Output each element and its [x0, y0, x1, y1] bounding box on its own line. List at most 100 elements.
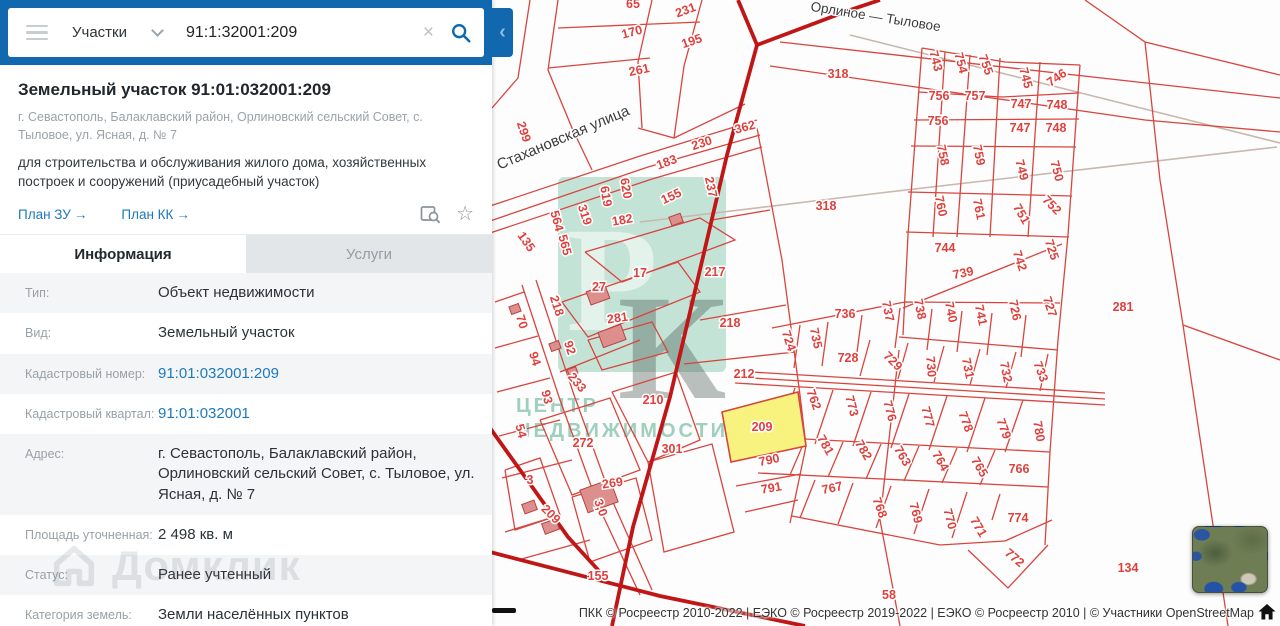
parcel-label[interactable]: 94 [524, 348, 545, 369]
parcel-label[interactable]: 301 [660, 441, 684, 458]
parcel-label[interactable]: 731 [957, 355, 978, 381]
parcel-label[interactable]: 755 [974, 51, 997, 78]
parcel-label[interactable]: 738 [909, 296, 930, 322]
parcel-label[interactable]: 134 [1116, 560, 1140, 577]
parcel-label[interactable]: 777 [917, 404, 939, 431]
parcel-label[interactable]: 750 [1046, 158, 1068, 185]
parcel-boundary-line [1084, 0, 1280, 76]
parcel-label[interactable]: 281 [605, 308, 631, 328]
parcel-label[interactable]: 739 [950, 263, 976, 284]
parcel-label[interactable]: 748 [1045, 97, 1069, 114]
parcel-label[interactable]: 728 [836, 350, 860, 367]
parcel-label[interactable]: 747 [1008, 120, 1032, 137]
parcel-label[interactable]: 769 [905, 500, 927, 527]
parcel-label[interactable]: 790 [756, 450, 782, 471]
parcel-label[interactable]: 70 [511, 311, 532, 332]
minimap-satellite-toggle[interactable] [1192, 526, 1268, 593]
parcel-label[interactable]: 776 [879, 398, 901, 425]
favorite-star-icon[interactable]: ☆ [456, 204, 474, 224]
parcel-label[interactable]: 17 [632, 265, 649, 282]
home-icon[interactable] [1258, 604, 1276, 620]
parcel-label[interactable]: 3 [525, 472, 535, 489]
info-row-label: Категория земель: [25, 608, 132, 623]
parcel-label[interactable]: 272 [571, 435, 595, 452]
parcel-label[interactable]: 218 [718, 315, 742, 332]
parcel-label[interactable]: 791 [758, 478, 784, 498]
parcel-label[interactable]: 155 [586, 568, 610, 585]
parcel-label[interactable]: 748 [1044, 120, 1068, 137]
parcel-label[interactable]: 756 [927, 88, 951, 105]
plan-kk-link[interactable]: План КК → [121, 207, 190, 222]
parcel-label[interactable]: 195 [678, 30, 705, 53]
info-row-value-link[interactable]: 91:01:032001:209 [158, 364, 492, 384]
parcel-label[interactable]: 762 [802, 386, 825, 413]
zoom-to-object-icon[interactable] [420, 204, 441, 224]
parcel-label[interactable]: 761 [968, 196, 989, 222]
parcel-label[interactable]: 741 [970, 302, 991, 328]
parcel-label[interactable]: 736 [833, 306, 857, 323]
parcel-label[interactable]: 772 [1001, 544, 1029, 571]
search-input[interactable] [184, 22, 423, 43]
parcel-label[interactable]: 27 [591, 279, 608, 296]
parcel-label[interactable]: 735 [805, 325, 826, 351]
parcel-label[interactable]: 730 [922, 354, 941, 379]
parcel-label[interactable]: 733 [1029, 358, 1052, 385]
menu-icon[interactable] [26, 24, 48, 41]
parcel-label[interactable]: 135 [513, 228, 539, 256]
parcel-label[interactable]: 65 [625, 0, 642, 13]
parcel-label[interactable]: 58 [881, 587, 898, 604]
parcel-label[interactable]: 779 [992, 415, 1015, 442]
parcel-label[interactable]: 757 [963, 88, 987, 105]
parcel-label[interactable]: 756 [926, 113, 950, 130]
parcel-label[interactable]: 281 [1111, 299, 1135, 316]
parcel-label[interactable]: 759 [968, 142, 989, 168]
parcel-label[interactable]: 183 [653, 151, 680, 174]
parcel-label[interactable]: 766 [1007, 461, 1031, 478]
parcel-label[interactable]: 269 [600, 473, 626, 493]
search-category-dropdown[interactable]: Участки [72, 24, 164, 41]
parcel-label[interactable]: 231 [672, 0, 699, 22]
parcel-label[interactable]: 780 [1029, 418, 1049, 444]
parcel-label[interactable]: 774 [1006, 510, 1030, 527]
parcel-label[interactable]: 740 [940, 299, 961, 325]
parcel-label[interactable]: 318 [814, 198, 838, 215]
parcel-label[interactable]: 765 [967, 453, 993, 481]
parcel-label[interactable]: 742 [1008, 247, 1031, 274]
parcel-label[interactable]: 752 [1038, 191, 1066, 219]
parcel-label[interactable]: 732 [995, 359, 1016, 385]
parcel-label[interactable]: 771 [966, 513, 992, 541]
parcel-label[interactable]: 217 [703, 264, 727, 281]
tab-information[interactable]: Информация [0, 235, 246, 274]
parcel-label[interactable]: 727 [1038, 293, 1061, 320]
parcel-label[interactable]: 212 [732, 366, 756, 383]
parcel-label[interactable]: 743 [925, 48, 947, 75]
collapse-panel-button[interactable]: ‹ [492, 8, 513, 57]
plan-zu-link[interactable]: План ЗУ → [18, 207, 87, 222]
tab-services[interactable]: Услуги [246, 235, 492, 274]
parcel-label[interactable]: 726 [1004, 297, 1025, 323]
parcel-label[interactable]: 210 [641, 392, 665, 409]
parcel-label[interactable]: 747 [1009, 96, 1033, 113]
parcel-label[interactable]: 773 [841, 393, 863, 420]
search-icon[interactable] [450, 22, 472, 44]
parcel-label[interactable]: 261 [626, 60, 652, 81]
parcel-label[interactable]: 778 [954, 408, 977, 435]
parcel-label[interactable]: 724 [777, 327, 800, 354]
parcel-label[interactable]: 729 [879, 347, 907, 375]
parcel-label[interactable]: 725 [1040, 236, 1063, 263]
parcel-label[interactable]: 764 [928, 447, 954, 475]
clear-search-icon[interactable]: × [423, 22, 434, 44]
parcel-label[interactable]: 299 [512, 118, 535, 145]
parcel-label[interactable]: 230 [688, 132, 715, 155]
parcel-label[interactable]: 767 [819, 478, 845, 499]
parcel-label[interactable]: 770 [939, 506, 961, 533]
parcel-label[interactable]: 744 [933, 240, 957, 257]
parcel-label[interactable]: 749 [1011, 157, 1033, 184]
info-row-value: Ранее учтенный [158, 566, 272, 584]
parcel-label[interactable]: 737 [877, 298, 898, 324]
parcel-label[interactable]: 746 [1043, 64, 1071, 90]
parcel-label[interactable]: 754 [950, 50, 972, 77]
info-row-value-link[interactable]: 91:01:032001 [158, 404, 492, 424]
parcel-label[interactable]: 318 [826, 66, 850, 83]
parcel-label[interactable]: 758 [932, 142, 953, 168]
